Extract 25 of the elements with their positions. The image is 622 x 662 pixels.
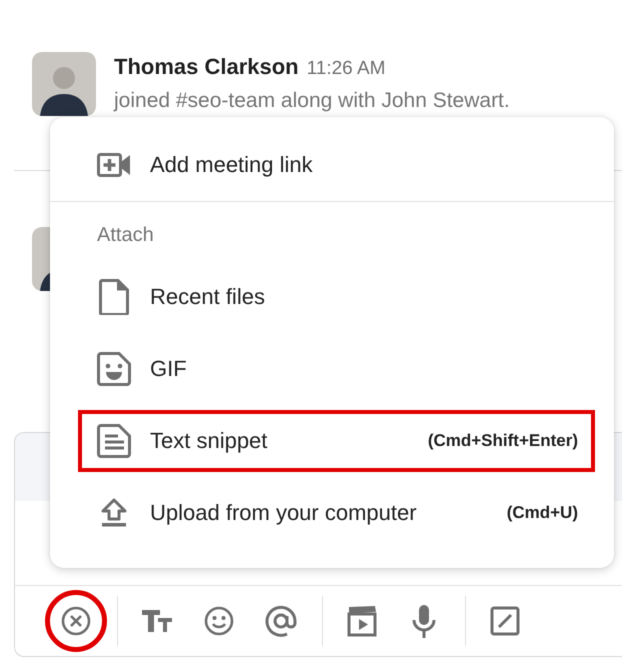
avatar: [32, 52, 96, 116]
text-format-icon: [141, 609, 173, 633]
shortcut-label: (Cmd+Shift+Enter): [428, 431, 578, 451]
sender-name: Thomas Clarkson: [114, 54, 299, 80]
document-icon: [97, 424, 131, 458]
menu-item[interactable]: Text snippet (Cmd+Shift+Enter): [78, 410, 595, 472]
menu-item[interactable]: Upload from your computer (Cmd+U): [78, 482, 595, 544]
section-header: Attach: [96, 223, 155, 248]
menu-item[interactable]: GIF: [78, 338, 595, 400]
message-text: joined #seo-team along with John Stewart.: [114, 89, 510, 113]
upload-icon: [99, 498, 129, 528]
edit-box-icon: [490, 606, 520, 636]
shortcut-label: (Cmd+U): [506, 503, 578, 523]
menu-item[interactable]: Add meeting link: [78, 134, 595, 196]
toolbar-button[interactable]: [45, 590, 107, 652]
file-icon: [99, 279, 129, 315]
smiley-icon: [204, 606, 234, 636]
menu-item[interactable]: Recent files: [78, 266, 595, 328]
message-time: 11:26 AM: [306, 58, 386, 80]
at-sign-icon: [265, 605, 297, 637]
video-plus-icon: [97, 153, 131, 177]
sticker-icon: [97, 352, 131, 386]
microphone-icon: [412, 604, 436, 638]
close-icon: [61, 606, 91, 636]
video-clip-icon: [347, 605, 377, 637]
